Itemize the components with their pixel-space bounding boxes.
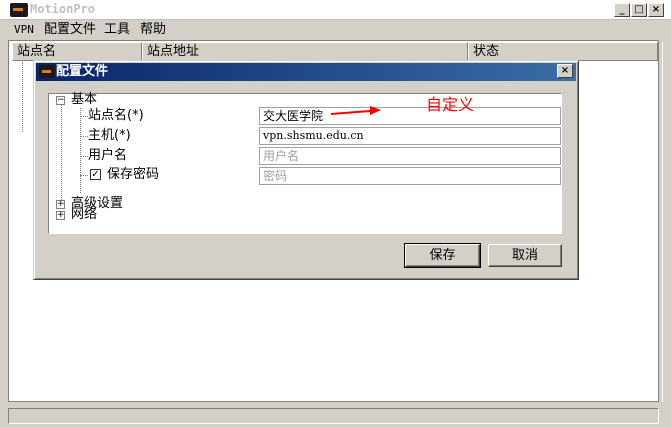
status-bar — [8, 408, 659, 424]
menu-config-file[interactable]: 配置文件 — [44, 21, 96, 39]
tree-node-network[interactable]: 网络 — [71, 207, 97, 223]
app-title: MotionPro — [30, 2, 96, 16]
basic-collapse-icon[interactable]: − — [56, 96, 65, 105]
site-name-field[interactable]: 交大医学院 — [259, 107, 561, 125]
tree-guide-line — [22, 62, 23, 132]
maximize-icon[interactable]: □ — [631, 3, 647, 17]
close-icon[interactable]: × — [648, 3, 664, 17]
menu-bar — [0, 20, 671, 40]
save-button[interactable]: 保存 — [404, 243, 481, 268]
menu-tools[interactable]: 工具 — [104, 21, 130, 39]
site-name-label: 站点名(*) — [88, 108, 144, 123]
username-field[interactable]: 用户名 — [259, 147, 561, 165]
save-password-label: 保存密码 — [107, 167, 160, 182]
menu-help[interactable]: 帮助 — [140, 21, 166, 39]
username-placeholder: 用户名 — [263, 149, 300, 163]
dialog-app-icon — [39, 65, 55, 78]
annotation-arrow-icon — [330, 106, 381, 115]
tree-guide-line — [80, 108, 81, 193]
dialog-close-icon[interactable]: × — [557, 64, 573, 78]
menu-vpn[interactable]: VPN — [14, 21, 34, 39]
tree-guide-line — [61, 104, 62, 204]
annotation-text: 自定义 — [426, 95, 475, 114]
advanced-expand-icon[interactable]: + — [56, 200, 65, 209]
password-placeholder: 密码 — [263, 169, 288, 183]
minimize-icon[interactable]: _ — [614, 3, 630, 17]
password-field[interactable]: 密码 — [259, 167, 561, 185]
host-field[interactable]: vpn.shsmu.edu.cn — [259, 127, 561, 145]
right-edge — [662, 42, 671, 402]
tree-guide-line — [80, 116, 88, 117]
tree-node-basic[interactable]: 基本 — [71, 92, 97, 108]
column-status[interactable]: 状态 — [468, 42, 658, 61]
username-label: 用户名 — [88, 148, 128, 163]
host-label: 主机(*) — [88, 128, 131, 143]
column-site-name[interactable]: 站点名 — [12, 42, 142, 61]
dialog-title-bar — [36, 63, 576, 81]
network-expand-icon[interactable]: + — [56, 211, 65, 220]
app-logo-icon — [10, 3, 28, 17]
tree-guide-line — [80, 156, 88, 157]
save-password-checkbox[interactable]: ✓ — [90, 169, 101, 180]
tree-guide-line — [80, 136, 88, 137]
cancel-button[interactable]: 取消 — [488, 244, 562, 267]
tree-guide-line — [80, 175, 88, 176]
column-site-address[interactable]: 站点地址 — [142, 42, 468, 61]
dialog-title: 配置文件 — [56, 64, 109, 79]
main-title-bar — [0, 0, 671, 20]
